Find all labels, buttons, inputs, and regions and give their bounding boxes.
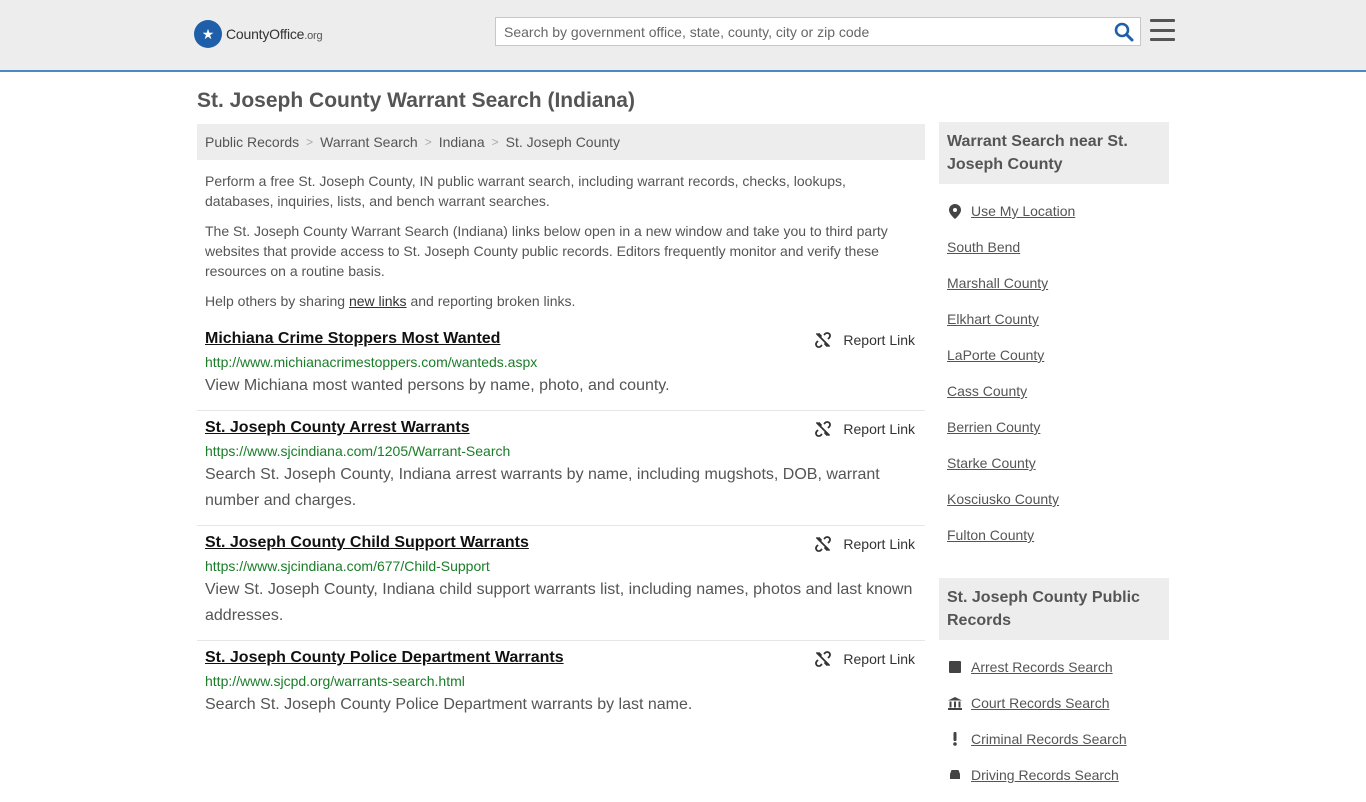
records-link[interactable]: Court Records Search xyxy=(971,695,1110,711)
breadcrumb: Public Records > Warrant Search > Indian… xyxy=(197,124,925,160)
square-icon xyxy=(947,661,963,673)
intro-text: Perform a free St. Joseph County, IN pub… xyxy=(205,171,905,321)
records-link[interactable]: Driving Records Search xyxy=(971,767,1119,783)
list-item: St. Joseph County Arrest Warrants https:… xyxy=(197,411,925,526)
list-item: St. Joseph County Child Support Warrants… xyxy=(197,526,925,641)
chevron-right-icon: > xyxy=(491,135,499,149)
search-box xyxy=(495,17,1141,46)
sidebar: Warrant Search near St. Joseph County Us… xyxy=(939,122,1169,802)
car-icon xyxy=(947,769,963,781)
exclamation-icon xyxy=(947,732,963,746)
nearby-link[interactable]: Marshall County xyxy=(947,275,1048,291)
new-links-link[interactable]: new links xyxy=(349,293,407,309)
link-url: https://www.sjcindiana.com/677/Child-Sup… xyxy=(205,558,490,574)
link-title[interactable]: St. Joseph County Police Department Warr… xyxy=(205,649,564,667)
records-list: Arrest Records Search Court Records Sear… xyxy=(939,640,1169,802)
list-item: Marshall County xyxy=(947,265,1169,301)
link-description: View St. Joseph County, Indiana child su… xyxy=(205,581,913,624)
nearby-heading: Warrant Search near St. Joseph County xyxy=(939,122,1169,184)
intro-paragraph: Help others by sharing new links and rep… xyxy=(205,293,576,309)
list-item: Court Records Search xyxy=(947,685,1169,721)
nearby-link[interactable]: Starke County xyxy=(947,455,1036,471)
broken-link-icon xyxy=(815,651,832,667)
breadcrumb-current: St. Joseph County xyxy=(505,134,621,150)
nearby-link[interactable]: Cass County xyxy=(947,383,1027,399)
link-url: http://www.michianacrimestoppers.com/wan… xyxy=(205,354,538,370)
intro-paragraph: The St. Joseph County Warrant Search (In… xyxy=(205,223,888,279)
records-heading: St. Joseph County Public Records xyxy=(939,578,1169,640)
list-item: LaPorte County xyxy=(947,337,1169,373)
link-title[interactable]: St. Joseph County Arrest Warrants xyxy=(205,419,470,437)
report-link-button[interactable]: Report Link xyxy=(815,421,915,437)
courthouse-icon xyxy=(947,696,963,710)
records-link[interactable]: Criminal Records Search xyxy=(971,731,1127,747)
list-item: Starke County xyxy=(947,445,1169,481)
nearby-list: Use My Location South Bend Marshall Coun… xyxy=(939,184,1169,562)
breadcrumb-indiana[interactable]: Indiana xyxy=(439,134,485,150)
search-input[interactable] xyxy=(496,18,1096,45)
link-description: Search St. Joseph County, Indiana arrest… xyxy=(205,466,880,509)
site-logo[interactable]: ★ CountyOffice.org xyxy=(194,20,323,48)
list-item: Berrien County xyxy=(947,409,1169,445)
eagle-icon: ★ xyxy=(194,20,222,48)
report-link-button[interactable]: Report Link xyxy=(815,332,915,348)
list-item: Criminal Records Search xyxy=(947,721,1169,757)
chevron-right-icon: > xyxy=(424,135,432,149)
link-title[interactable]: Michiana Crime Stoppers Most Wanted xyxy=(205,330,500,348)
use-my-location-link[interactable]: Use My Location xyxy=(971,203,1075,219)
use-location-item: Use My Location xyxy=(947,193,1169,229)
broken-link-icon xyxy=(815,332,832,348)
page-title: St. Joseph County Warrant Search (Indian… xyxy=(197,89,635,112)
search-icon[interactable] xyxy=(1114,22,1134,42)
records-link[interactable]: Arrest Records Search xyxy=(971,659,1113,675)
chevron-right-icon: > xyxy=(306,135,314,149)
nearby-link[interactable]: LaPorte County xyxy=(947,347,1044,363)
list-item: Elkhart County xyxy=(947,301,1169,337)
nearby-link[interactable]: Berrien County xyxy=(947,419,1040,435)
nearby-link[interactable]: South Bend xyxy=(947,239,1020,255)
hamburger-menu-icon[interactable] xyxy=(1150,19,1175,41)
site-header: ★ CountyOffice.org xyxy=(0,0,1366,72)
broken-link-icon xyxy=(815,421,832,437)
list-item: Cass County xyxy=(947,373,1169,409)
list-item: Arrest Records Search xyxy=(947,649,1169,685)
intro-paragraph: Perform a free St. Joseph County, IN pub… xyxy=(205,173,846,209)
report-link-button[interactable]: Report Link xyxy=(815,651,915,667)
breadcrumb-warrant-search[interactable]: Warrant Search xyxy=(320,134,418,150)
nearby-link[interactable]: Kosciusko County xyxy=(947,491,1059,507)
list-item: South Bend xyxy=(947,229,1169,265)
warrant-links-list: Michiana Crime Stoppers Most Wanted http… xyxy=(197,322,925,729)
list-item: Fulton County xyxy=(947,517,1169,553)
link-url: https://www.sjcindiana.com/1205/Warrant-… xyxy=(205,443,511,459)
logo-text: CountyOffice.org xyxy=(226,26,323,42)
breadcrumb-public-records[interactable]: Public Records xyxy=(205,134,299,150)
link-title[interactable]: St. Joseph County Child Support Warrants xyxy=(205,534,529,552)
link-url: http://www.sjcpd.org/warrants-search.htm… xyxy=(205,673,465,689)
nearby-link[interactable]: Fulton County xyxy=(947,527,1034,543)
list-item: Kosciusko County xyxy=(947,481,1169,517)
list-item: St. Joseph County Police Department Warr… xyxy=(197,641,925,729)
broken-link-icon xyxy=(815,536,832,552)
nearby-link[interactable]: Elkhart County xyxy=(947,311,1039,327)
list-item: Michiana Crime Stoppers Most Wanted http… xyxy=(197,322,925,411)
map-pin-icon xyxy=(947,203,963,219)
list-item: Driving Records Search xyxy=(947,757,1169,793)
link-description: Search St. Joseph County Police Departme… xyxy=(205,696,693,713)
report-link-button[interactable]: Report Link xyxy=(815,536,915,552)
link-description: View Michiana most wanted persons by nam… xyxy=(205,377,670,394)
